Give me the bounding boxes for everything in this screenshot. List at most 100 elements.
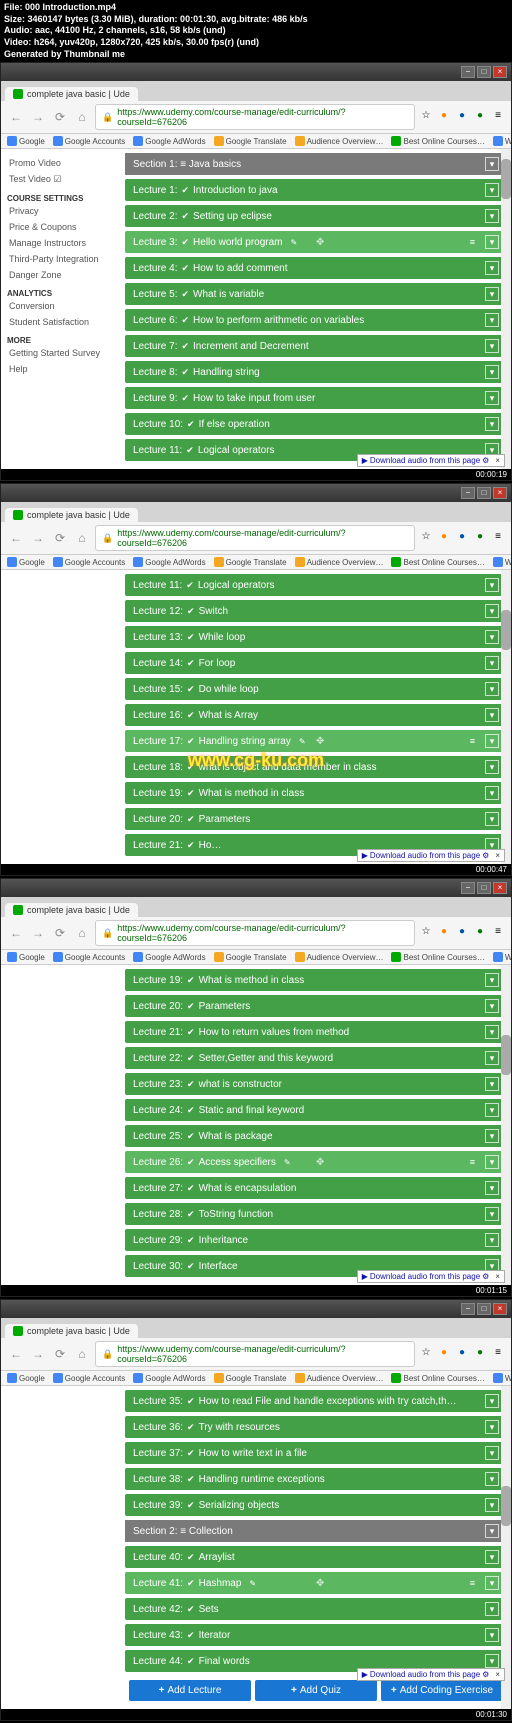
maximize-button[interactable]: □ (477, 882, 491, 894)
lecture-row[interactable]: Lecture 19:✔What is method in class▾ (125, 782, 507, 804)
ext-icon-3[interactable]: ● (473, 531, 487, 545)
lecture-row[interactable]: Lecture 16:✔What is Array▾ (125, 704, 507, 726)
star-icon[interactable]: ☆ (419, 531, 433, 545)
ext-icon-3[interactable]: ● (473, 926, 487, 940)
bookmark-item[interactable]: Audience Overview… (295, 557, 384, 567)
forward-button[interactable]: → (29, 924, 47, 942)
minimize-button[interactable]: − (461, 1303, 475, 1315)
menu-icon[interactable]: ≡ (491, 926, 505, 940)
expand-icon[interactable]: ▾ (485, 1025, 499, 1039)
bookmark-item[interactable]: Best Online Courses… (391, 557, 484, 567)
drag-handle-icon[interactable]: ✥ (316, 736, 324, 747)
expand-icon[interactable]: ▾ (485, 1550, 499, 1564)
lecture-row[interactable]: Lecture 23:✔what is constructor▾ (125, 1073, 507, 1095)
hamburger-icon[interactable]: ≡ (470, 237, 475, 247)
menu-icon[interactable]: ≡ (491, 110, 505, 124)
ext-icon-3[interactable]: ● (473, 110, 487, 124)
lecture-row[interactable]: Lecture 41:✔Hashmap✎✥≡▾ (125, 1572, 507, 1594)
sidebar-item[interactable]: Getting Started Survey (7, 345, 115, 361)
reload-button[interactable]: ⟳ (51, 108, 69, 126)
expand-icon[interactable]: ▾ (485, 1207, 499, 1221)
drag-handle-icon[interactable]: ✥ (316, 1578, 324, 1589)
back-button[interactable]: ← (7, 108, 25, 126)
expand-icon[interactable]: ▾ (485, 1420, 499, 1434)
sidebar-item[interactable]: Danger Zone (7, 267, 115, 283)
scroll-thumb[interactable] (501, 1486, 511, 1526)
bookmark-item[interactable]: Google AdWords (133, 952, 205, 962)
forward-button[interactable]: → (29, 1345, 47, 1363)
sidebar-item[interactable]: Student Satisfaction (7, 314, 115, 330)
url-bar[interactable]: 🔒 https://www.udemy.com/course-manage/ed… (95, 920, 415, 946)
browser-tab[interactable]: complete java basic | Ude (5, 87, 138, 101)
ext-icon-1[interactable]: ● (437, 1347, 451, 1361)
expand-icon[interactable]: ▾ (485, 1472, 499, 1486)
expand-icon[interactable]: ▾ (485, 973, 499, 987)
lecture-row[interactable]: Lecture 10:✔If else operation▾ (125, 413, 507, 435)
expand-icon[interactable]: ▾ (485, 786, 499, 800)
expand-icon[interactable]: ▾ (485, 999, 499, 1013)
lecture-row[interactable]: Lecture 5:✔What is variable▾ (125, 283, 507, 305)
bookmark-item[interactable]: Best Online Courses… (391, 952, 484, 962)
bookmark-item[interactable]: Audience Overview… (295, 1373, 384, 1383)
expand-icon[interactable]: ▾ (485, 1129, 499, 1143)
dl-close-icon[interactable]: × (495, 851, 500, 860)
expand-icon[interactable]: ▾ (485, 1654, 499, 1668)
dl-close-icon[interactable]: × (495, 456, 500, 465)
browser-tab[interactable]: complete java basic | Ude (5, 508, 138, 522)
minimize-button[interactable]: − (461, 882, 475, 894)
close-button[interactable]: × (493, 1303, 507, 1315)
lecture-row[interactable]: Lecture 36:✔Try with resources▾ (125, 1416, 507, 1438)
lecture-row[interactable]: Lecture 7:✔Increment and Decrement▾ (125, 335, 507, 357)
lecture-row[interactable]: Lecture 1:✔Introduction to java▾ (125, 179, 507, 201)
sidebar-item[interactable]: Price & Coupons (7, 219, 115, 235)
close-button[interactable]: × (493, 66, 507, 78)
lecture-row[interactable]: Lecture 39:✔Serializing objects▾ (125, 1494, 507, 1516)
expand-icon[interactable]: ▾ (485, 760, 499, 774)
expand-icon[interactable]: ▾ (485, 1155, 499, 1169)
download-audio-bar[interactable]: ▶ Download audio from this page ⚙ × (357, 1270, 505, 1283)
scroll-thumb[interactable] (501, 1035, 511, 1075)
dl-gear-icon[interactable]: ⚙ (482, 1670, 489, 1679)
lecture-row[interactable]: Lecture 4:✔How to add comment▾ (125, 257, 507, 279)
lecture-row[interactable]: Lecture 29:✔Inheritance▾ (125, 1229, 507, 1251)
bookmark-item[interactable]: Google Accounts (53, 557, 125, 567)
bookmark-item[interactable]: Google Translate (214, 1373, 287, 1383)
lecture-row[interactable]: Lecture 35:✔How to read File and handle … (125, 1390, 507, 1412)
lecture-row[interactable]: Lecture 14:✔For loop▾ (125, 652, 507, 674)
ext-icon-2[interactable]: ● (455, 110, 469, 124)
ext-icon-1[interactable]: ● (437, 531, 451, 545)
hamburger-icon[interactable]: ≡ (470, 1157, 475, 1167)
lecture-row[interactable]: Lecture 26:✔Access specifiers✎✥≡▾ (125, 1151, 507, 1173)
bookmark-item[interactable]: Google (7, 952, 45, 962)
ext-icon-2[interactable]: ● (455, 1347, 469, 1361)
maximize-button[interactable]: □ (477, 1303, 491, 1315)
lecture-row[interactable]: Lecture 2:✔Setting up eclipse▾ (125, 205, 507, 227)
url-bar[interactable]: 🔒 https://www.udemy.com/course-manage/ed… (95, 1341, 415, 1367)
url-bar[interactable]: 🔒 https://www.udemy.com/course-manage/ed… (95, 104, 415, 130)
home-button[interactable]: ⌂ (73, 924, 91, 942)
pencil-icon[interactable]: ✎ (299, 737, 306, 746)
minimize-button[interactable]: − (461, 66, 475, 78)
home-button[interactable]: ⌂ (73, 529, 91, 547)
collapse-icon[interactable]: ▾ (485, 1524, 499, 1538)
sidebar-item[interactable]: Manage Instructors (7, 235, 115, 251)
expand-icon[interactable]: ▾ (485, 1394, 499, 1408)
lecture-row[interactable]: Lecture 8:✔Handling string▾ (125, 361, 507, 383)
close-button[interactable]: × (493, 882, 507, 894)
expand-icon[interactable]: ▾ (485, 734, 499, 748)
star-icon[interactable]: ☆ (419, 1347, 433, 1361)
expand-icon[interactable]: ▾ (485, 682, 499, 696)
bookmark-item[interactable]: Google Translate (214, 557, 287, 567)
dl-gear-icon[interactable]: ⚙ (482, 851, 489, 860)
sidebar-item[interactable]: Test Video ☑ (7, 171, 115, 188)
drag-handle-icon[interactable]: ✥ (316, 1157, 324, 1168)
section-header-2[interactable]: Section 2: ≡ Collection ▾ (125, 1520, 507, 1542)
lecture-row[interactable]: Lecture 42:✔Sets▾ (125, 1598, 507, 1620)
scroll-thumb[interactable] (501, 610, 511, 650)
download-audio-bar[interactable]: ▶ Download audio from this page ⚙ × (357, 454, 505, 467)
browser-tab[interactable]: complete java basic | Ude (5, 903, 138, 917)
pencil-icon[interactable]: ✎ (291, 238, 298, 247)
ext-icon-1[interactable]: ● (437, 110, 451, 124)
expand-icon[interactable]: ▾ (485, 261, 499, 275)
lecture-row[interactable]: Lecture 28:✔ToString function▾ (125, 1203, 507, 1225)
